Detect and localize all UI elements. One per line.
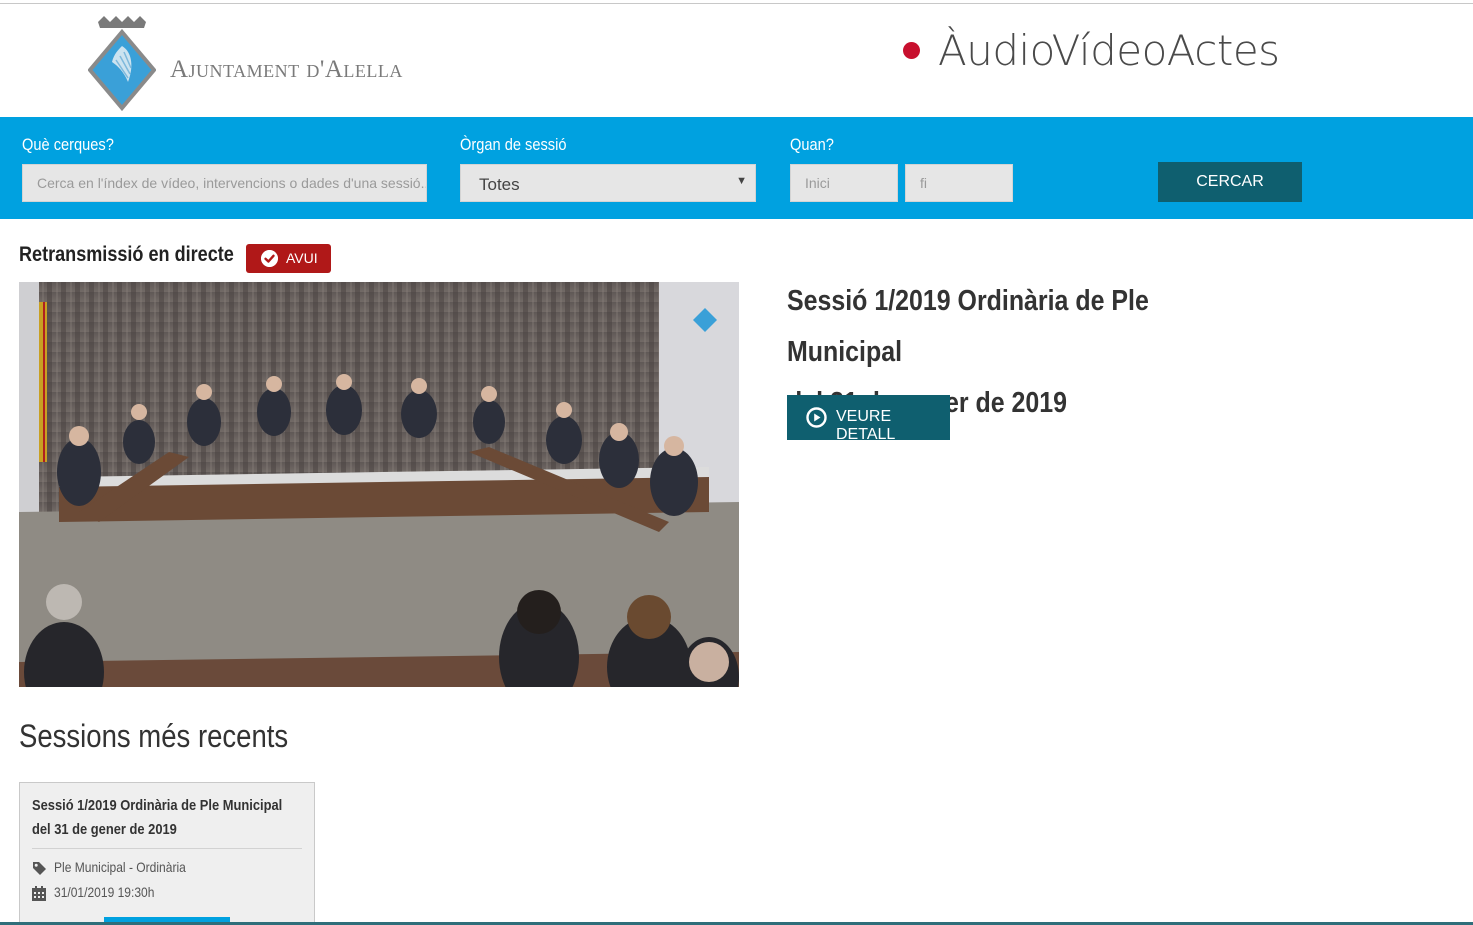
search-input[interactable]: Cerca en l'índex de vídeo, intervencions… — [22, 164, 427, 202]
view-detail-label: VEURE DETALL — [836, 408, 896, 443]
live-record-dot-icon — [903, 42, 920, 59]
session-video-frame — [19, 282, 739, 687]
play-circle-icon — [806, 407, 827, 428]
organ-select-value: Totes — [479, 175, 520, 194]
search-button[interactable]: CERCAR — [1158, 162, 1302, 202]
session-card-organ-label: Ple Municipal - Ordinària — [54, 859, 186, 875]
organ-select[interactable]: Totes ▼ — [460, 164, 756, 202]
session-card-datetime-label: 31/01/2019 19:30h — [54, 884, 155, 900]
query-label: Què cerques? — [22, 135, 114, 154]
today-badge: AVUI — [246, 244, 331, 273]
tag-icon — [33, 862, 46, 875]
card-divider — [32, 848, 302, 849]
session-card-title[interactable]: Sessió 1/2019 Ordinària de Ple Municipal… — [32, 794, 290, 842]
recent-sessions-heading: Sessions més recents — [19, 718, 289, 754]
session-card-title-line1: Sessió 1/2019 Ordinària de Ple Municipal — [32, 797, 283, 814]
check-circle-icon — [261, 250, 278, 267]
today-badge-label: AVUI — [286, 250, 318, 266]
session-card-title-line2: del 31 de gener de 2019 — [32, 821, 177, 838]
site-header: Ajuntament d'Alella ÀudioVídeoActes — [0, 4, 1473, 117]
live-video-player[interactable] — [19, 282, 739, 687]
live-session-title-line1: Sessió 1/2019 Ordinària de Ple Municipal — [787, 285, 1149, 368]
session-card[interactable]: Sessió 1/2019 Ordinària de Ple Municipal… — [19, 782, 315, 925]
caret-down-icon: ▼ — [736, 175, 747, 187]
app-title[interactable]: ÀudioVídeoActes — [938, 26, 1280, 75]
view-detail-button[interactable]: VEURE DETALL — [787, 395, 950, 443]
calendar-icon — [32, 886, 46, 901]
live-heading: Retransmissió en directe — [19, 243, 234, 266]
search-bar: Què cerques? Cerca en l'índex de vídeo, … — [0, 117, 1473, 219]
end-date-input[interactable]: fi — [905, 164, 1013, 202]
when-label: Quan? — [790, 135, 834, 154]
organ-label: Òrgan de sessió — [460, 135, 567, 154]
start-date-input[interactable]: Inici — [790, 164, 898, 202]
municipal-crest-icon[interactable] — [88, 16, 156, 112]
municipality-name[interactable]: Ajuntament d'Alella — [170, 56, 403, 84]
